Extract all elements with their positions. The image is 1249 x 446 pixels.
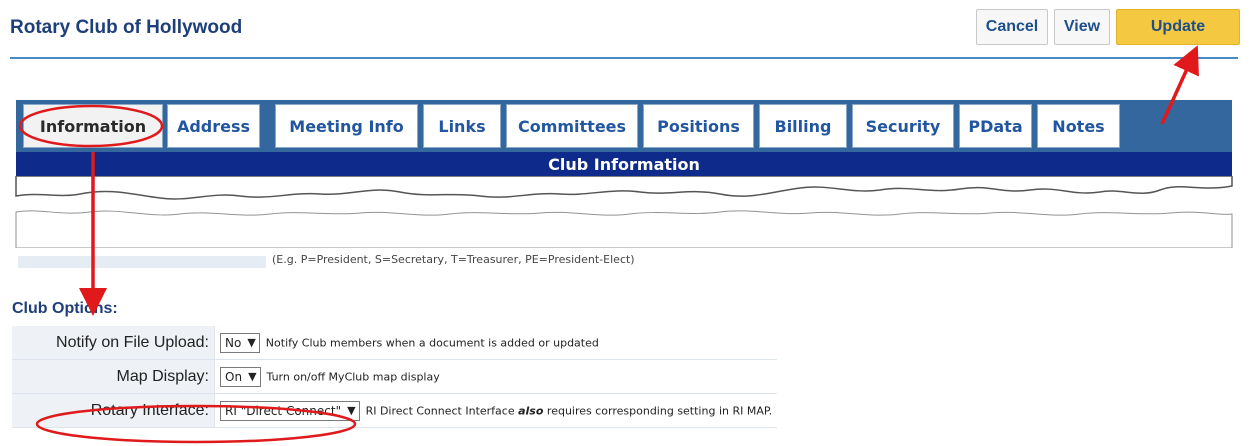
rotary-interface-description: RI Direct Connect Interface also require… <box>366 404 773 417</box>
map-display-label: Map Display: <box>12 359 215 394</box>
club-options-table: Notify on File Upload: No ▼ Notify Club me… <box>12 326 778 428</box>
tab-bar: Information Address Meeting Info Links C… <box>16 100 1232 152</box>
torn-edge-bottom <box>15 210 1233 248</box>
notify-upload-description: Notify Club members when a document is a… <box>265 336 599 349</box>
tab-information[interactable]: Information <box>23 104 163 148</box>
notify-upload-select[interactable]: No ▼ <box>220 332 260 353</box>
tab-links[interactable]: Links <box>423 104 501 148</box>
map-display-description: Turn on/off MyClub map display <box>266 370 440 383</box>
rotary-interface-select[interactable]: RI "Direct Connect" ▼ <box>220 400 360 421</box>
notify-upload-cell: No ▼ Notify Club members when a document i… <box>214 326 778 360</box>
cancel-button[interactable]: Cancel <box>976 9 1048 45</box>
map-display-cell: On ▼ Turn on/off MyClub map display <box>214 359 778 394</box>
map-display-select[interactable]: On ▼ <box>220 366 261 387</box>
chevron-down-icon: ▼ <box>347 404 356 417</box>
rotary-interface-value: RI "Direct Connect" <box>225 403 342 418</box>
page-title: Rotary Club of Hollywood <box>10 17 243 38</box>
rotary-interface-desc-em: also <box>518 404 544 417</box>
rotary-interface-label: Rotary Interface: <box>12 393 215 428</box>
table-row: Map Display: On ▼ Turn on/off MyClub map d… <box>12 359 778 394</box>
tab-committees[interactable]: Committees <box>506 104 638 148</box>
partial-field <box>18 256 266 268</box>
update-button[interactable]: Update <box>1116 9 1240 45</box>
partial-hint-text: (E.g. P=President, S=Secretary, T=Treasu… <box>272 253 635 266</box>
tab-address[interactable]: Address <box>167 104 260 148</box>
map-display-value: On <box>225 369 243 384</box>
header-divider <box>10 57 1238 59</box>
section-header-club-information: Club Information <box>16 152 1232 176</box>
view-button[interactable]: View <box>1054 9 1110 45</box>
tab-notes[interactable]: Notes <box>1037 104 1120 148</box>
tab-positions[interactable]: Positions <box>643 104 754 148</box>
chevron-down-icon: ▼ <box>247 336 256 349</box>
chevron-down-icon: ▼ <box>248 370 257 383</box>
table-row: Rotary Interface: RI "Direct Connect" ▼ RI… <box>12 393 778 428</box>
tab-meeting-info[interactable]: Meeting Info <box>275 104 418 148</box>
rotary-interface-cell: RI "Direct Connect" ▼ RI Direct Connect In… <box>214 393 778 428</box>
table-row: Notify on File Upload: No ▼ Notify Club me… <box>12 326 778 360</box>
rotary-interface-desc-pre: RI Direct Connect Interface <box>365 404 519 417</box>
rotary-interface-desc-post: requires corresponding setting in RI MAP… <box>543 404 773 417</box>
notify-upload-label: Notify on File Upload: <box>12 326 215 360</box>
tab-security[interactable]: Security <box>852 104 954 148</box>
notify-upload-value: No <box>225 335 242 350</box>
club-options-title: Club Options: <box>12 300 118 317</box>
tab-billing[interactable]: Billing <box>759 104 847 148</box>
tab-pdata[interactable]: PData <box>959 104 1032 148</box>
